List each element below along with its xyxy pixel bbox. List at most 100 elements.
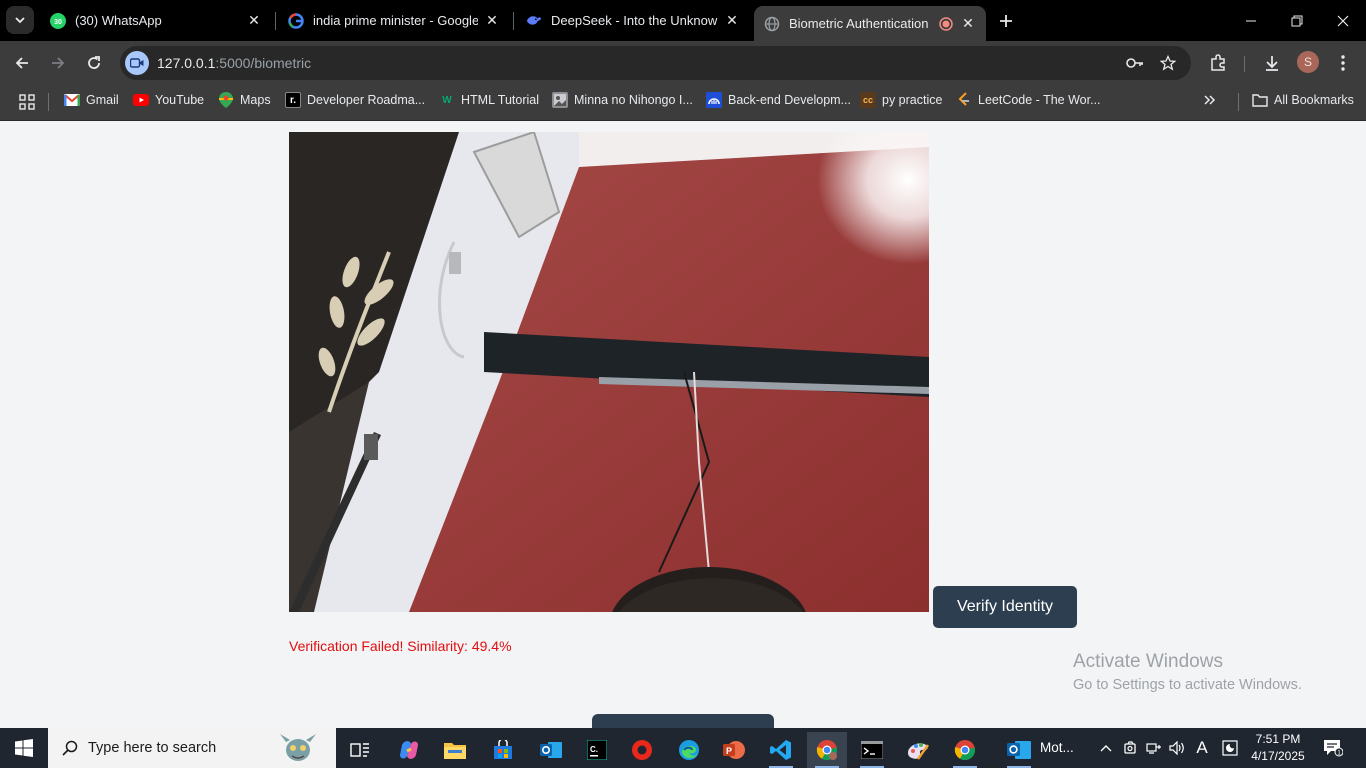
coursera-icon: [706, 92, 722, 108]
address-bar[interactable]: 127.0.0.1:5000/biometric: [120, 46, 1191, 80]
copilot-app[interactable]: [389, 732, 429, 768]
download-icon[interactable]: [1260, 51, 1284, 75]
url-text[interactable]: 127.0.0.1:5000/biometric: [157, 55, 311, 71]
verify-identity-button[interactable]: Verify Identity: [933, 586, 1077, 628]
camera-in-use-icon[interactable]: [125, 51, 149, 75]
task-view-button[interactable]: [340, 732, 380, 768]
recording-indicator-icon: [938, 16, 954, 32]
bookmark-html-tutorial[interactable]: W HTML Tutorial: [439, 85, 539, 115]
youtube-icon: [133, 92, 149, 108]
key-icon[interactable]: [1125, 53, 1145, 73]
google-icon: [288, 12, 304, 29]
tab-strip: 30 (30) WhatsApp ✕ india prime minister …: [0, 0, 1366, 41]
bookmark-gmail[interactable]: Gmail: [64, 85, 119, 115]
clock-time: 7:51 PM: [1255, 732, 1301, 746]
arrow-left-icon: [15, 57, 28, 69]
powerpoint-app[interactable]: P: [714, 732, 754, 768]
paint-app[interactable]: [898, 732, 938, 768]
network-icon[interactable]: [1144, 738, 1164, 758]
back-button[interactable]: [8, 49, 36, 77]
volume-icon[interactable]: [1168, 738, 1188, 758]
folder-icon: [1252, 92, 1268, 108]
bookmark-minna-no-nihongo[interactable]: Minna no Nihongo I...: [552, 85, 693, 115]
bookmark-py-practice[interactable]: cc py practice: [860, 85, 942, 115]
outlook-app[interactable]: [531, 732, 571, 768]
focus-assist-icon[interactable]: [1220, 738, 1240, 758]
more-bookmarks-button[interactable]: [1203, 85, 1217, 115]
profile-avatar[interactable]: S: [1297, 51, 1319, 73]
file-explorer-app[interactable]: [435, 732, 475, 768]
chevron-down-icon: [15, 17, 25, 24]
outlook-calendar-app[interactable]: [999, 732, 1039, 768]
all-bookmarks-button[interactable]: All Bookmarks: [1252, 85, 1354, 115]
search-placeholder: Type here to search: [88, 740, 217, 756]
extensions-icon[interactable]: [1206, 51, 1230, 75]
bookmark-label: Back-end Developm...: [728, 93, 851, 107]
bookmark-label: Developer Roadma...: [307, 93, 426, 107]
close-tab-icon[interactable]: ✕: [960, 15, 976, 32]
tab-search-button[interactable]: [6, 6, 34, 34]
forward-button[interactable]: [44, 49, 72, 77]
bookmark-back-end-development[interactable]: Back-end Developm...: [706, 85, 851, 115]
image-icon: [552, 92, 568, 108]
chrome-app-active[interactable]: [807, 732, 847, 768]
tab-biometric-authentication[interactable]: Biometric Authentication ✕: [754, 6, 986, 41]
outlook-icon: [540, 742, 562, 758]
bookmark-leetcode[interactable]: LeetCode - The Wor...: [956, 85, 1101, 115]
more-menu-icon[interactable]: [1331, 51, 1355, 75]
tab-deepseek[interactable]: DeepSeek - Into the Unknown ✕: [516, 0, 750, 41]
vscode-app[interactable]: [761, 732, 801, 768]
show-hidden-icons-chevron-icon[interactable]: [1096, 738, 1116, 758]
partially-visible-button[interactable]: [592, 714, 774, 728]
reload-icon: [88, 56, 100, 69]
restore-button[interactable]: [1274, 0, 1320, 41]
copilot-icon: [400, 741, 418, 759]
notifications-icon[interactable]: 1: [1323, 738, 1343, 758]
tab-title: DeepSeek - Into the Unknown: [551, 13, 718, 28]
close-window-button[interactable]: [1320, 0, 1366, 41]
task-view-icon: [350, 743, 369, 757]
start-button[interactable]: [0, 728, 48, 768]
microsoft-store-app[interactable]: [483, 732, 523, 768]
taskbar-search-box[interactable]: Type here to search: [48, 728, 336, 768]
close-tab-icon[interactable]: ✕: [246, 12, 262, 29]
bookmark-label: Gmail: [86, 93, 119, 107]
url-path: :5000/biometric: [215, 55, 312, 71]
clion-app[interactable]: C.: [577, 732, 617, 768]
bookmark-developer-roadmap[interactable]: r. Developer Roadma...: [285, 85, 425, 115]
windows-taskbar: Type here to search C. P Mot... A 7:51 P…: [0, 728, 1366, 768]
whatsapp-icon: 30: [50, 12, 66, 29]
apps-grid-icon[interactable]: [17, 92, 37, 112]
edge-app[interactable]: [669, 732, 709, 768]
screen-recorder-app[interactable]: [622, 732, 662, 768]
new-tab-button[interactable]: [994, 9, 1018, 33]
taskbar-clock[interactable]: 7:51 PM 4/17/2025: [1246, 731, 1310, 765]
bookmark-label: Maps: [240, 93, 271, 107]
tab-separator: [275, 12, 276, 30]
terminal-app[interactable]: [852, 732, 892, 768]
bookmark-label: YouTube: [155, 93, 205, 107]
close-tab-icon[interactable]: ✕: [724, 12, 740, 29]
star-icon[interactable]: [1158, 53, 1178, 73]
windows-logo-icon: [15, 739, 33, 757]
browser-toolbar: 127.0.0.1:5000/biometric S: [0, 41, 1366, 85]
bookmark-youtube[interactable]: YouTube: [133, 85, 204, 115]
folder-icon: [444, 743, 466, 759]
bookmark-label: py practice: [882, 93, 943, 107]
minimize-button[interactable]: [1228, 0, 1274, 41]
close-tab-icon[interactable]: ✕: [484, 12, 500, 29]
bookmark-label: All Bookmarks: [1274, 93, 1354, 107]
page-content: Verify Identity Verification Failed! Sim…: [0, 121, 1366, 728]
bookmark-maps[interactable]: Maps: [218, 85, 271, 115]
clock-date: 4/17/2025: [1251, 749, 1305, 763]
input-language-icon[interactable]: A: [1192, 738, 1212, 758]
camera-tray-icon[interactable]: [1121, 738, 1141, 758]
chrome-icon: [954, 740, 976, 761]
maps-icon: [218, 92, 234, 108]
reload-button[interactable]: [80, 49, 108, 77]
close-icon: [1337, 15, 1349, 26]
tab-google-search[interactable]: india prime minister - Google S ✕: [278, 0, 510, 41]
tab-whatsapp[interactable]: 30 (30) WhatsApp ✕: [40, 0, 272, 41]
chrome-app-secondary[interactable]: [945, 732, 985, 768]
roadmap-icon: r.: [285, 92, 301, 108]
